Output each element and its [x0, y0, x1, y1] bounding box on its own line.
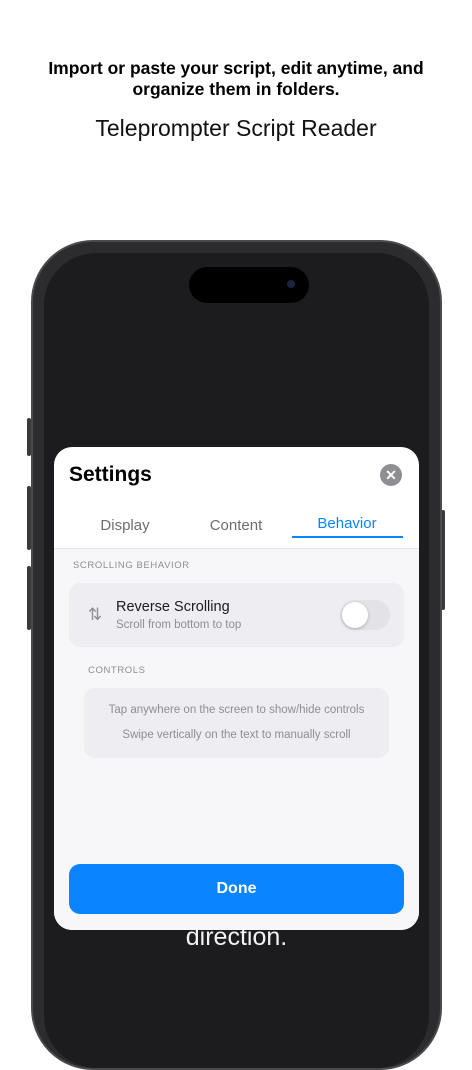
settings-sheet: Settings ✕ Display Content Behavior SCRO…	[54, 447, 419, 930]
close-button[interactable]: ✕	[380, 464, 402, 486]
camera-icon	[287, 280, 295, 288]
reverse-scrolling-toggle[interactable]	[340, 600, 390, 630]
dynamic-island	[189, 267, 309, 303]
tab-active-indicator	[292, 536, 403, 538]
tab-display[interactable]: Display	[70, 517, 180, 534]
reverse-scrolling-subtitle: Scroll from bottom to top	[116, 619, 242, 631]
reverse-scrolling-title: Reverse Scrolling	[116, 599, 230, 615]
section-label-controls: CONTROLS	[88, 665, 146, 676]
settings-title: Settings	[69, 463, 152, 486]
controls-tips-card: Tap anywhere on the screen to show/hide …	[84, 688, 389, 758]
section-label-scrolling-behavior: SCROLLING BEHAVIOR	[73, 560, 190, 571]
reverse-scrolling-row[interactable]: ⇅ Reverse Scrolling Scroll from bottom t…	[69, 583, 404, 647]
arrow-up-arrow-down-icon: ⇅	[87, 605, 103, 624]
done-button[interactable]: Done	[69, 864, 404, 914]
controls-tip: Tap anywhere on the screen to show/hide …	[108, 704, 365, 716]
toggle-knob	[342, 602, 368, 628]
controls-tip: Swipe vertically on the text to manually…	[122, 729, 351, 741]
tab-behavior[interactable]: Behavior	[292, 515, 402, 532]
promo-subheadline: Teleprompter Script Reader	[95, 115, 377, 141]
promo-headline: Import or paste your script, edit anytim…	[48, 58, 424, 99]
xmark-circle-icon: ✕	[385, 467, 397, 483]
settings-tabs: Display Content Behavior	[54, 511, 419, 551]
tab-content[interactable]: Content	[181, 517, 291, 534]
